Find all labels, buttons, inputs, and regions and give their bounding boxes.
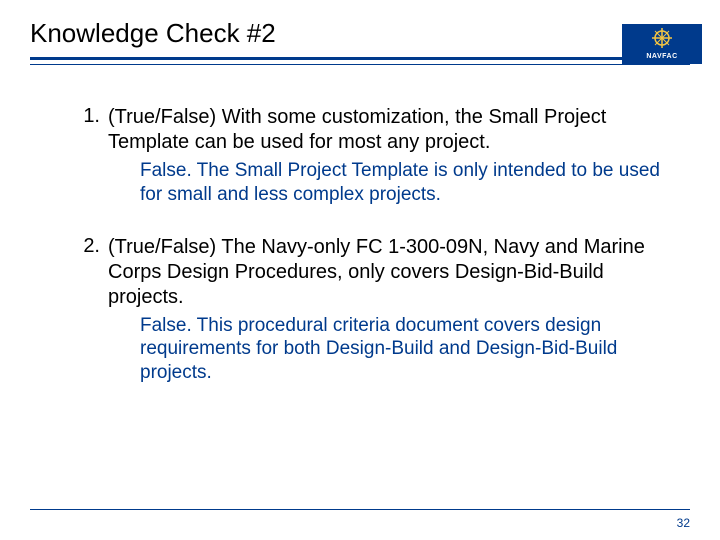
- slide-header: Knowledge Check #2 NAVFAC: [0, 0, 720, 65]
- question-block: 2. (True/False) The Navy-only FC 1-300-0…: [60, 235, 660, 385]
- logo-emblem-icon: [623, 25, 701, 51]
- logo-text: NAVFAC: [623, 51, 701, 63]
- header-rule-thin: [30, 64, 690, 65]
- question-number: 1.: [60, 105, 108, 155]
- slide-title: Knowledge Check #2: [30, 18, 690, 49]
- header-rule-thick: [30, 57, 690, 60]
- question-block: 1. (True/False) With some customization,…: [60, 105, 660, 207]
- answer-text: False. This procedural criteria document…: [140, 314, 660, 385]
- question-number: 2.: [60, 235, 108, 310]
- navfac-logo: NAVFAC: [622, 24, 702, 64]
- footer-rule: [30, 509, 690, 510]
- question-text: (True/False) The Navy-only FC 1-300-09N,…: [108, 235, 660, 310]
- slide-content: 1. (True/False) With some customization,…: [0, 65, 720, 385]
- answer-text: False. The Small Project Template is onl…: [140, 159, 660, 207]
- page-number: 32: [677, 516, 690, 530]
- question-text: (True/False) With some customization, th…: [108, 105, 660, 155]
